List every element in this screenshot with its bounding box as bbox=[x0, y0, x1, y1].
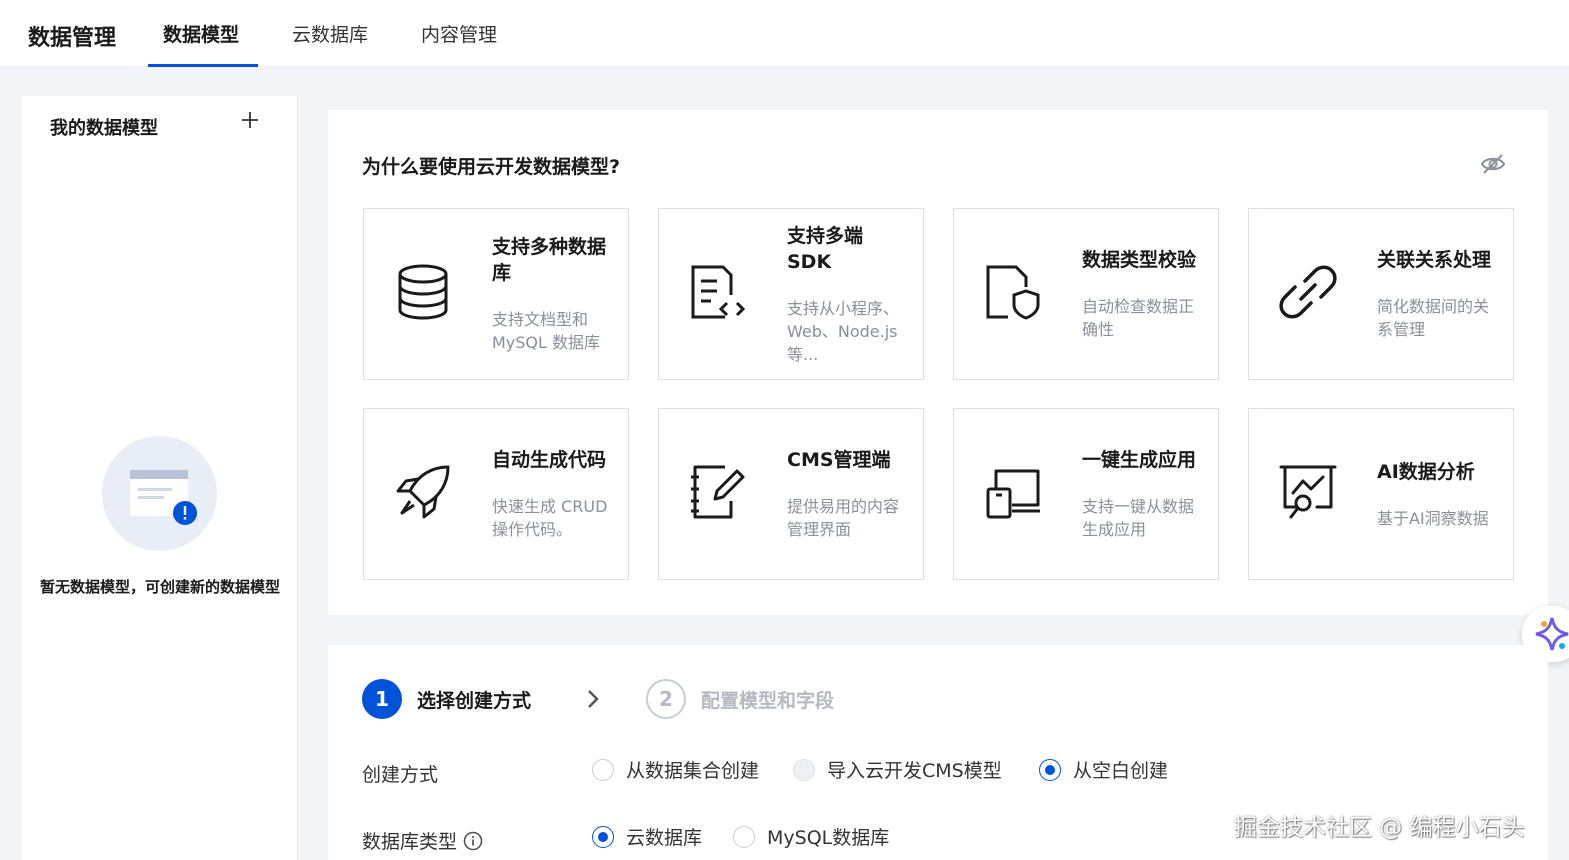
radio-import-cms[interactable]: 导入云开发CMS模型 bbox=[793, 756, 1002, 783]
card-description: 支持从小程序、Web、Node.js 等... bbox=[787, 298, 900, 364]
step-2-label: 配置模型和字段 bbox=[701, 690, 835, 712]
card-title: 支持多端 SDK bbox=[787, 224, 864, 273]
radio-circle bbox=[793, 758, 815, 781]
info-icon[interactable] bbox=[463, 831, 483, 851]
step-2-indicator: 2 bbox=[646, 679, 686, 719]
feature-card-cms: CMS管理端 提供易用的内容管理界面 bbox=[658, 408, 924, 580]
feature-card-multi-database: 支持多种数据库 支持文档型和 MySQL 数据库 bbox=[363, 208, 629, 380]
panel-title: 为什么要使用云开发数据模型? bbox=[362, 156, 621, 178]
card-title: 关联关系处理 bbox=[1377, 249, 1492, 271]
link-icon bbox=[1279, 265, 1337, 319]
feature-card-one-click-app: 一键生成应用 支持一键从数据生成应用 bbox=[953, 408, 1219, 580]
tab-content-management[interactable]: 内容管理 bbox=[421, 20, 497, 47]
notebook-edit-icon bbox=[691, 465, 745, 519]
radio-label: 导入云开发CMS模型 bbox=[827, 760, 1002, 782]
rocket-icon bbox=[396, 465, 450, 519]
radio-circle bbox=[592, 758, 614, 781]
database-icon bbox=[398, 264, 448, 320]
card-title: AI数据分析 bbox=[1377, 460, 1475, 483]
radio-label: 从数据集合创建 bbox=[626, 760, 760, 782]
eye-off-icon[interactable] bbox=[1480, 152, 1506, 176]
watermark: 掘金技术社区 @ 编程小石头 bbox=[1234, 815, 1525, 841]
radio-circle bbox=[733, 825, 755, 848]
card-description: 支持一键从数据生成应用 bbox=[1082, 497, 1195, 539]
code-document-icon bbox=[691, 265, 746, 319]
card-title: 一键生成应用 bbox=[1082, 449, 1197, 471]
tab-data-model[interactable]: 数据模型 bbox=[163, 20, 239, 47]
radio-cloud-database[interactable]: 云数据库 bbox=[592, 823, 702, 850]
empty-state-illustration bbox=[102, 436, 217, 551]
card-description: 自动检查数据正确性 bbox=[1082, 297, 1195, 339]
radio-from-blank[interactable]: 从空白创建 bbox=[1039, 756, 1168, 783]
chevron-right-icon bbox=[588, 690, 599, 708]
card-description: 支持文档型和 MySQL 数据库 bbox=[492, 310, 601, 352]
db-type-label: 数据库类型 bbox=[362, 827, 483, 854]
app-title: 数据管理 bbox=[28, 26, 117, 51]
feature-card-multi-sdk: 支持多端 SDK 支持从小程序、Web、Node.js 等... bbox=[658, 208, 924, 380]
intro-panel: 为什么要使用云开发数据模型? 支持多种数据库 支持文档型和 MySQL 数据库 bbox=[328, 110, 1548, 615]
chart-search-icon bbox=[1279, 465, 1337, 519]
radio-mysql-database[interactable]: MySQL数据库 bbox=[733, 823, 889, 850]
devices-icon bbox=[986, 469, 1040, 519]
radio-from-collection[interactable]: 从数据集合创建 bbox=[592, 756, 759, 783]
card-title: CMS管理端 bbox=[787, 449, 891, 471]
radio-label: 从空白创建 bbox=[1073, 760, 1169, 782]
empty-box-icon bbox=[130, 470, 197, 525]
feature-card-type-validation: 数据类型校验 自动检查数据正确性 bbox=[953, 208, 1219, 380]
create-method-label: 创建方式 bbox=[362, 764, 439, 786]
feature-card-codegen: 自动生成代码 快速生成 CRUD 操作代码。 bbox=[363, 408, 629, 580]
card-description: 快速生成 CRUD 操作代码。 bbox=[492, 497, 608, 539]
shield-document-icon bbox=[986, 265, 1040, 320]
radio-circle bbox=[1039, 758, 1061, 781]
empty-state-text: 暂无数据模型，可创建新的数据模型 bbox=[39, 578, 280, 596]
plus-icon[interactable] bbox=[238, 108, 262, 132]
top-navigation: 数据管理 数据模型 云数据库 内容管理 bbox=[0, 0, 1569, 67]
step-1-label: 选择创建方式 bbox=[417, 690, 532, 712]
card-title: 自动生成代码 bbox=[492, 449, 607, 471]
card-title: 数据类型校验 bbox=[1082, 249, 1197, 271]
tab-cloud-database[interactable]: 云数据库 bbox=[292, 20, 368, 47]
radio-label: 云数据库 bbox=[626, 827, 703, 849]
feature-card-ai-analysis: AI数据分析 基于AI洞察数据 bbox=[1248, 408, 1514, 580]
feature-card-relations: 关联关系处理 简化数据间的关系管理 bbox=[1248, 208, 1514, 380]
radio-circle bbox=[592, 825, 614, 848]
card-description: 提供易用的内容管理界面 bbox=[787, 497, 900, 539]
card-title: 支持多种数据库 bbox=[492, 236, 607, 284]
active-tab-indicator bbox=[148, 64, 258, 67]
sidebar: 我的数据模型 暂无数据模型，可创建新的数据模型 bbox=[22, 96, 298, 860]
sidebar-title: 我的数据模型 bbox=[50, 118, 158, 139]
card-description: 简化数据间的关系管理 bbox=[1377, 297, 1490, 339]
radio-label: MySQL数据库 bbox=[767, 827, 890, 849]
card-description: 基于AI洞察数据 bbox=[1377, 508, 1489, 528]
step-1-indicator: 1 bbox=[362, 679, 402, 719]
